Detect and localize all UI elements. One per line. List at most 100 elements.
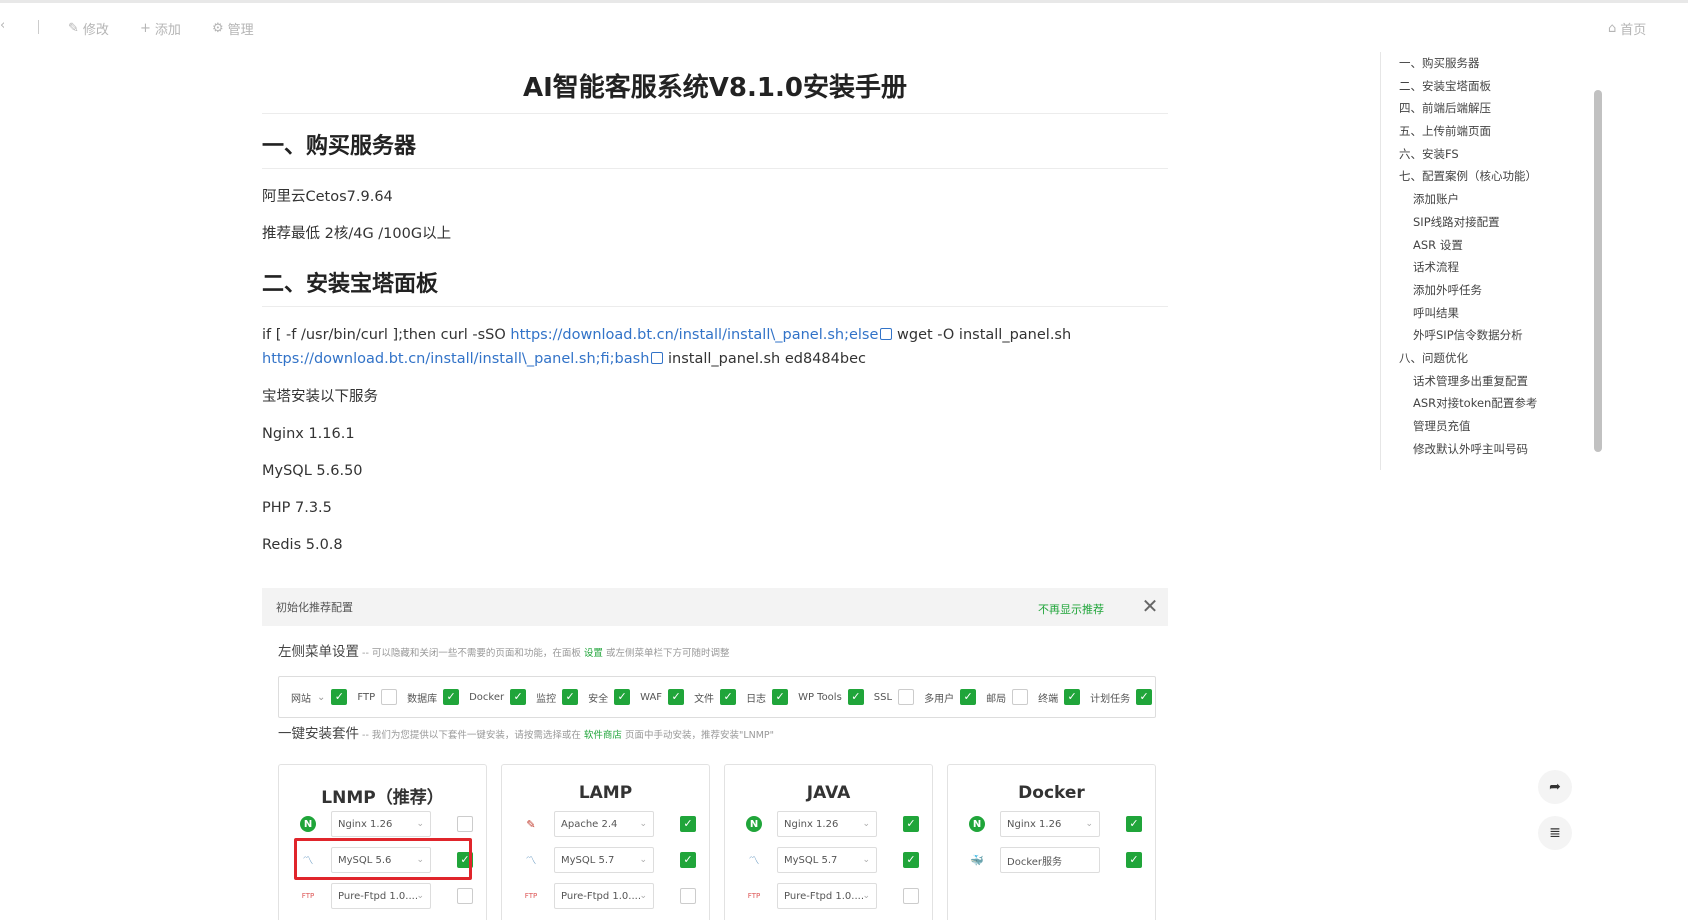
download-link-2[interactable]: https://download.bt.cn/install/install\_… <box>262 351 649 367</box>
suite-card[interactable]: JAVA N Nginx 1.26 ⌄ ✓ 〽 MySQL 5.7 ⌄ ✓ FTP Pure-Ftp… <box>724 764 933 920</box>
manage-button[interactable]: ⚙ 管理 <box>212 19 254 38</box>
menu-option-checkbox[interactable]: ✓ <box>510 689 527 705</box>
menu-option-label: Docker <box>469 691 505 703</box>
menu-option[interactable]: 多用户 ✓ <box>924 689 977 705</box>
toc-item[interactable]: 话术流程 <box>1399 256 1556 279</box>
version-select[interactable]: Nginx 1.26 ⌄ <box>777 811 877 837</box>
suite-card[interactable]: Docker N Nginx 1.26 ⌄ ✓ 🐳 Docker服务 ✓ <box>947 764 1156 920</box>
suite-card-title: LAMP <box>578 783 633 803</box>
version-select-value: MySQL 5.7 <box>784 854 838 866</box>
top-border <box>0 0 1688 3</box>
add-button[interactable]: + 添加 <box>140 19 181 38</box>
suite-label: 一键安装套件 <box>278 726 359 742</box>
toc-item[interactable]: 外呼SIP信令数据分析 <box>1399 324 1556 347</box>
toc-item[interactable]: 七、配置案例（核心功能） <box>1399 165 1556 188</box>
menu-option-checkbox[interactable]: ✓ <box>960 689 977 705</box>
menu-option-checkbox[interactable] <box>381 689 398 705</box>
toc-item[interactable]: 添加外呼任务 <box>1399 279 1556 302</box>
install-checkbox[interactable] <box>457 816 473 832</box>
toc-item[interactable]: 修改默认外呼主叫号码 <box>1399 438 1556 461</box>
menu-option[interactable]: FTP <box>357 689 398 705</box>
menu-option-checkbox[interactable] <box>898 689 915 705</box>
menu-option[interactable]: Docker ✓ <box>469 689 527 705</box>
software-store-link[interactable]: 软件商店 <box>584 730 622 741</box>
menu-option[interactable]: 监控 ✓ <box>536 689 579 705</box>
settings-link[interactable]: 设置 <box>584 648 603 659</box>
version-select[interactable]: Pure-Ftpd 1.0.... ⌄ <box>777 883 877 909</box>
install-checkbox[interactable]: ✓ <box>1126 816 1142 832</box>
menu-option-checkbox[interactable]: ✓ <box>1064 689 1081 705</box>
install-checkbox[interactable]: ✓ <box>1126 852 1142 868</box>
menu-option[interactable]: 计划任务 ✓ <box>1090 689 1153 705</box>
install-checkbox[interactable]: ✓ <box>903 816 919 832</box>
version-select[interactable]: Apache 2.4 ⌄ <box>554 811 654 837</box>
install-checkbox[interactable] <box>903 888 919 904</box>
menu-option[interactable]: WP Tools ✓ <box>798 689 864 705</box>
toc-toggle-button[interactable]: ≣ <box>1538 816 1572 850</box>
menu-option[interactable]: 数据库 ✓ <box>407 689 460 705</box>
menu-option-checkbox[interactable]: ✓ <box>1136 689 1153 705</box>
install-checkbox[interactable] <box>457 888 473 904</box>
suite-card[interactable]: LAMP ✎ Apache 2.4 ⌄ ✓ 〽 MySQL 5.7 ⌄ ✓ FTP Pure-Ftp… <box>501 764 710 920</box>
close-icon[interactable]: ✕ <box>1138 594 1162 618</box>
menu-option-checkbox[interactable]: ✓ <box>331 689 348 705</box>
menu-option-checkbox[interactable] <box>1012 689 1029 705</box>
version-select[interactable]: Docker服务 <box>1000 847 1100 873</box>
command-text-1: if [ -f /usr/bin/curl ];then curl -sSO <box>262 327 511 343</box>
chevron-down-icon[interactable]: ⌄ <box>317 692 325 703</box>
menu-option-label: 网站 <box>291 693 311 705</box>
menu-option-label: 多用户 <box>924 693 955 705</box>
menu-option-checkbox[interactable]: ✓ <box>443 689 460 705</box>
install-checkbox[interactable]: ✓ <box>680 816 696 832</box>
edit-button[interactable]: ✎ 修改 <box>68 19 109 38</box>
ftp-icon: FTP <box>301 892 315 900</box>
menu-option[interactable]: SSL <box>874 689 915 705</box>
version-select[interactable]: Pure-Ftpd 1.0.... ⌄ <box>331 883 431 909</box>
install-checkbox[interactable]: ✓ <box>680 852 696 868</box>
menu-option[interactable]: 网站 ⌄ ✓ <box>291 689 348 705</box>
toc-item[interactable]: 五、上传前端页面 <box>1399 120 1556 143</box>
scrollbar-thumb[interactable] <box>1594 90 1602 452</box>
toc-item[interactable]: ASR 设置 <box>1399 234 1556 257</box>
share-button[interactable]: ➦ <box>1538 770 1572 804</box>
toc-item[interactable]: 四、前端后端解压 <box>1399 97 1556 120</box>
suite-hint-text-2: 页面中手动安装，推荐安装"LNMP" <box>621 730 775 741</box>
download-link-1[interactable]: https://download.bt.cn/install/install\_… <box>510 327 878 343</box>
menu-option-checkbox[interactable]: ✓ <box>720 689 737 705</box>
version-select[interactable]: Nginx 1.26 ⌄ <box>331 811 431 837</box>
no-show-link[interactable]: 不再显示推荐 <box>1038 601 1104 617</box>
menu-option[interactable]: 文件 ✓ <box>694 689 737 705</box>
version-select[interactable]: MySQL 5.7 ⌄ <box>554 847 654 873</box>
paragraph-server: 阿里云Cetos7.9.64 <box>262 189 393 205</box>
toc-item[interactable]: 二、安装宝塔面板 <box>1399 75 1556 98</box>
menu-option-checkbox[interactable]: ✓ <box>668 689 685 705</box>
toc-item[interactable]: 八、问题优化 <box>1399 347 1556 370</box>
install-checkbox[interactable]: ✓ <box>903 852 919 868</box>
menu-option[interactable]: WAF ✓ <box>640 689 685 705</box>
menu-option-checkbox[interactable]: ✓ <box>614 689 631 705</box>
chevron-down-icon: ⌄ <box>639 819 647 829</box>
menu-option-checkbox[interactable]: ✓ <box>562 689 579 705</box>
version-select[interactable]: Nginx 1.26 ⌄ <box>1000 811 1100 837</box>
menu-option-checkbox[interactable]: ✓ <box>847 689 864 705</box>
menu-option-checkbox[interactable]: ✓ <box>772 689 789 705</box>
toc-item[interactable]: 一、购买服务器 <box>1399 52 1556 75</box>
version-select[interactable]: Pure-Ftpd 1.0.... ⌄ <box>554 883 654 909</box>
toc-item[interactable]: SIP线路对接配置 <box>1399 211 1556 234</box>
menu-option[interactable]: 安全 ✓ <box>588 689 631 705</box>
toc-item[interactable]: 话术管理多出重复配置 <box>1399 370 1556 393</box>
menu-option[interactable]: 终端 ✓ <box>1038 689 1081 705</box>
install-checkbox[interactable] <box>680 888 696 904</box>
toc-item[interactable]: 添加账户 <box>1399 188 1556 211</box>
toc-item[interactable]: 六、安装FS <box>1399 143 1556 166</box>
menu-option[interactable]: 日志 ✓ <box>746 689 789 705</box>
version-select[interactable]: MySQL 5.7 ⌄ <box>777 847 877 873</box>
home-button[interactable]: ⌂ 首页 <box>1608 19 1646 38</box>
toc-item[interactable]: 管理员充值 <box>1399 415 1556 438</box>
back-icon[interactable]: ‹ <box>0 18 5 33</box>
menu-option[interactable]: 邮局 <box>986 689 1029 705</box>
toc-item[interactable]: 呼叫结果 <box>1399 302 1556 325</box>
manage-label: 管理 <box>227 23 254 38</box>
toc-item[interactable]: ASR对接token配置参考 <box>1399 392 1556 415</box>
menu-option-label: 邮局 <box>986 693 1007 705</box>
